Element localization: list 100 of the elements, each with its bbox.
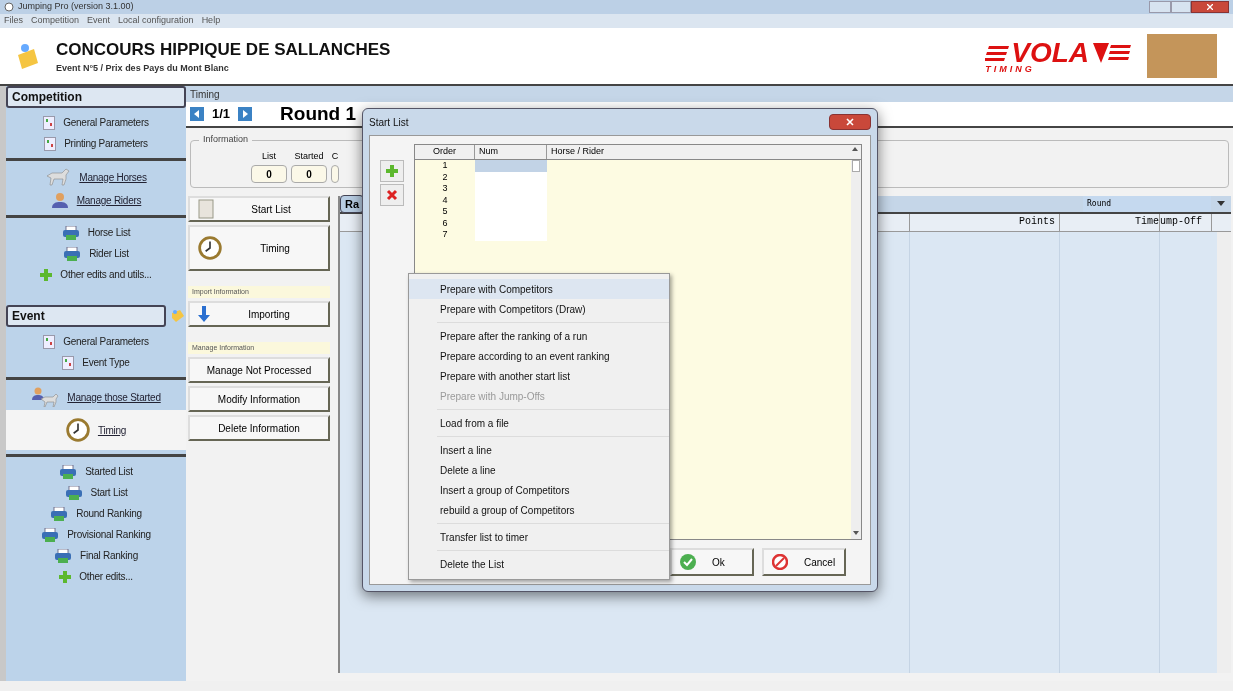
grid-tab[interactable]: Ra — [340, 194, 365, 214]
printer-icon — [41, 527, 60, 542]
prohibited-icon — [772, 554, 788, 570]
scroll-thumb[interactable] — [852, 160, 860, 172]
ok-button[interactable]: Ok — [670, 548, 754, 576]
field-label: List — [262, 149, 276, 163]
num-cell[interactable] — [475, 160, 547, 172]
sidebar-item[interactable]: Rider List — [6, 243, 186, 264]
cancel-button[interactable]: Cancel — [762, 548, 846, 576]
column-header: Time — [1060, 214, 1160, 231]
order-cell-text: 7 — [441, 229, 449, 241]
printer-icon — [64, 485, 83, 500]
dialog-title: Start List — [369, 115, 409, 130]
sidebar-item[interactable]: Manage Horses — [6, 165, 186, 189]
printer-icon — [63, 246, 82, 261]
minimize-button[interactable] — [1149, 1, 1171, 13]
section-header[interactable]: Event — [6, 305, 166, 327]
scroll-down-icon[interactable] — [853, 531, 859, 535]
count-field: 0 — [251, 165, 287, 183]
num-cell[interactable] — [475, 229, 547, 241]
menu-item[interactable]: rebuild a group of Competitors — [437, 500, 669, 520]
menu-item[interactable]: Prepare with Competitors (Draw) — [409, 299, 669, 319]
action-button[interactable]: Start List — [188, 196, 330, 222]
sidebar-item[interactable]: Horse List — [6, 222, 186, 243]
sidebar-item[interactable]: General Parameters — [6, 331, 186, 352]
view-dropdown[interactable]: Round — [1083, 196, 1211, 212]
order-cell-text: 5 — [441, 206, 449, 218]
menu-item[interactable]: Load from a file — [437, 413, 669, 433]
menu-item[interactable]: Insert a line — [437, 440, 669, 460]
scrollbar[interactable] — [1217, 232, 1231, 673]
page-counter: 1/1 — [212, 105, 231, 124]
plus-icon — [386, 165, 398, 177]
sidebar-item[interactable]: Provisional Ranking — [6, 524, 186, 545]
menu-item[interactable]: Delete the List — [437, 554, 669, 574]
column-header: Points — [910, 214, 1060, 231]
action-button[interactable]: Delete Information — [188, 415, 330, 441]
menu-item[interactable]: Prepare with Competitors — [409, 279, 669, 299]
round-title: Round 1 — [280, 101, 357, 126]
action-button[interactable]: Timing — [188, 225, 330, 271]
check-icon — [680, 554, 696, 570]
menu-bar-item[interactable]: Local configuration — [118, 14, 194, 28]
section-header[interactable]: Competition — [6, 86, 186, 108]
sidebar-item[interactable]: Final Ranking — [6, 545, 186, 566]
sidebar-item[interactable]: Event Type — [6, 352, 186, 373]
horse-icon — [45, 168, 72, 186]
action-button[interactable]: Manage Not Processed — [188, 357, 330, 383]
clock-icon — [65, 418, 90, 442]
folder-icon — [16, 41, 40, 71]
printer-icon — [54, 548, 73, 563]
sidebar-item[interactable]: Round Ranking — [6, 503, 186, 524]
section-title: Timing — [186, 86, 1233, 102]
menu-item[interactable]: Prepare according to an event ranking — [437, 346, 669, 366]
sidebar-item[interactable]: Timing — [6, 410, 186, 450]
menu-item[interactable]: Prepare after the ranking of a run — [437, 326, 669, 346]
scroll-up-icon[interactable] — [851, 145, 859, 153]
dropdown-caret-icon[interactable] — [1215, 200, 1227, 208]
menu-bar-item[interactable]: Event — [87, 14, 111, 28]
clock-icon — [198, 236, 222, 260]
sidebar-item[interactable]: Manage Riders — [6, 189, 186, 211]
menu-item[interactable]: Prepare with another start list — [437, 366, 669, 386]
sidebar-item[interactable]: Printing Parameters — [6, 133, 186, 154]
column-header: Horse / Rider — [550, 145, 605, 158]
sidebar-item[interactable]: Manage those Started — [6, 384, 186, 410]
brand-logo: VOLA TIMING — [985, 38, 1131, 74]
sidebar-item[interactable]: Start List — [6, 482, 186, 503]
menu-item[interactable]: Transfer list to timer — [437, 527, 669, 547]
sidebar-item[interactable]: Other edits... — [6, 566, 186, 587]
order-cell-text: 6 — [441, 217, 449, 229]
settings-sheet-icon — [44, 136, 57, 151]
field-label: Started — [294, 149, 324, 163]
down-arrow-icon — [198, 306, 210, 322]
folder-icon — [170, 308, 186, 324]
menu-bar-item[interactable]: Competition — [31, 14, 80, 28]
menu-item[interactable]: Insert a group of Competitors — [437, 480, 669, 500]
order-cell-text: 4 — [441, 194, 449, 206]
close-button[interactable] — [829, 114, 871, 130]
action-button[interactable]: Importing — [188, 301, 330, 327]
field-label: C — [331, 149, 339, 163]
sidebar-item[interactable]: General Parameters — [6, 112, 186, 133]
column-header: Num — [475, 145, 547, 159]
settings-sheet-icon — [43, 115, 56, 130]
action-button[interactable]: Modify Information — [188, 386, 330, 412]
sidebar-item[interactable]: Started List — [6, 461, 186, 482]
sidebar-item[interactable]: Other edits and utils... — [6, 264, 186, 285]
menu-item[interactable]: Delete a line — [437, 460, 669, 480]
add-row-button[interactable] — [380, 160, 404, 182]
count-field: 0 — [291, 165, 327, 183]
document-icon — [198, 199, 214, 219]
menu-bar-item[interactable]: Help — [201, 14, 221, 28]
delete-row-button[interactable] — [380, 184, 404, 206]
cross-icon — [386, 189, 398, 201]
competition-title: CONCOURS HIPPIQUE DE SALLANCHES — [56, 38, 391, 61]
app-icon — [4, 2, 14, 12]
close-button[interactable] — [1191, 1, 1229, 13]
menu-bar-item[interactable]: Files — [4, 14, 23, 28]
plus-icon — [59, 570, 72, 583]
horse-photo-placeholder — [1147, 34, 1217, 78]
maximize-button[interactable] — [1171, 1, 1191, 13]
scrollbar[interactable] — [851, 160, 861, 539]
order-cell-text: 1 — [441, 160, 449, 172]
